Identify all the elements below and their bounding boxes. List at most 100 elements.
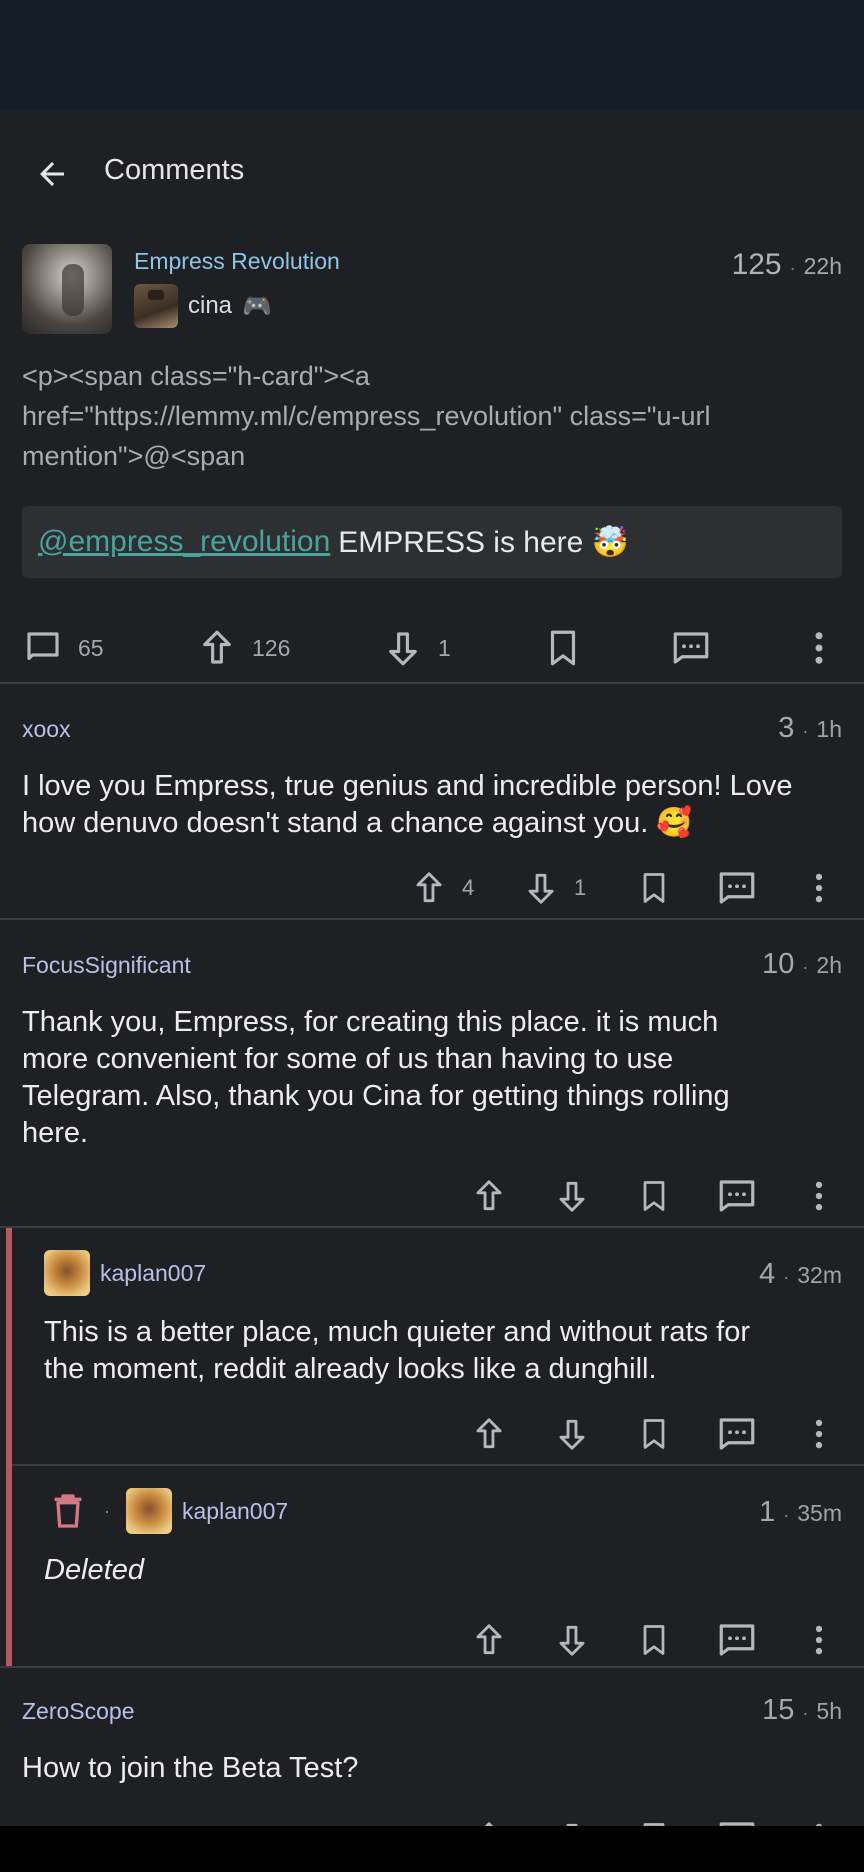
more-button[interactable] bbox=[800, 858, 838, 918]
upvote-button[interactable]: 4 bbox=[410, 858, 474, 918]
reply-button[interactable] bbox=[670, 606, 712, 690]
save-button[interactable] bbox=[636, 858, 672, 918]
arrow-down-icon bbox=[389, 632, 417, 666]
reply-icon bbox=[719, 1418, 755, 1450]
downvote-count: 1 bbox=[574, 875, 587, 900]
bookmark-icon bbox=[550, 630, 576, 666]
arrow-up-icon bbox=[484, 1822, 494, 1826]
more-button[interactable] bbox=[798, 606, 840, 690]
comment-reply: kaplan007 4 · 32m This is a better place… bbox=[0, 1228, 864, 1464]
comment: xoox 3 · 1h I love you Empress, true gen… bbox=[0, 684, 864, 918]
reply-button[interactable] bbox=[716, 1404, 758, 1464]
comment-line: Telegram. Also, thank you Cina for getti… bbox=[22, 1080, 730, 1112]
save-button[interactable] bbox=[636, 1166, 672, 1226]
score-value: 15 bbox=[762, 1694, 795, 1726]
mention-link[interactable]: @empress_revolution bbox=[38, 525, 330, 559]
comment-line: the moment, reddit already looks like a … bbox=[44, 1353, 657, 1385]
comment-line: more convenient for some of us than havi… bbox=[22, 1043, 674, 1075]
reply-icon bbox=[719, 1624, 755, 1656]
reply-button[interactable] bbox=[716, 858, 758, 918]
score-value: 1 bbox=[759, 1496, 776, 1528]
comment-author: kaplan007 bbox=[100, 1259, 207, 1286]
separator-dot: · bbox=[789, 258, 796, 278]
comment-age: 35m bbox=[797, 1500, 842, 1526]
comment-body: Thank you, Empress, for creating this pl… bbox=[22, 1004, 852, 1152]
upvote-button[interactable] bbox=[470, 1610, 508, 1670]
comment-score: 3 · 1h bbox=[778, 712, 842, 745]
comment-body: This is a better place, much quieter and… bbox=[44, 1314, 854, 1388]
arrow-down-icon bbox=[559, 1419, 585, 1450]
comment: ZeroScope 15 · 5h How to join the Beta T… bbox=[0, 1668, 864, 1826]
reply-button[interactable] bbox=[716, 1166, 758, 1226]
more-button[interactable] bbox=[800, 1404, 838, 1464]
back-button[interactable] bbox=[28, 150, 76, 198]
trash-icon bbox=[54, 1494, 82, 1528]
avatar bbox=[134, 284, 178, 328]
comment-score: 4 · 32m bbox=[759, 1258, 842, 1291]
upvote-button[interactable] bbox=[470, 1166, 508, 1226]
post-actions: 65 126 1 bbox=[0, 606, 864, 690]
upvote-button[interactable] bbox=[470, 1808, 508, 1826]
comment-body: How to join the Beta Test? bbox=[22, 1752, 359, 1784]
comment-actions bbox=[0, 1610, 864, 1670]
save-button[interactable] bbox=[636, 1808, 672, 1826]
upvote-count: 4 bbox=[462, 875, 475, 900]
reply-button[interactable] bbox=[716, 1610, 758, 1670]
downvote-button[interactable] bbox=[553, 1808, 591, 1826]
arrow-down-icon bbox=[559, 1181, 585, 1212]
arrow-up-icon bbox=[476, 1418, 502, 1449]
arrow-left-icon bbox=[40, 162, 64, 186]
save-button[interactable] bbox=[542, 606, 584, 690]
post-body-line: <p><span class="h-card"><a bbox=[22, 361, 370, 391]
more-button[interactable] bbox=[800, 1610, 838, 1670]
app-bar: Comments bbox=[0, 110, 864, 228]
comment-body: I love you Empress, true genius and incr… bbox=[22, 768, 852, 842]
community-link[interactable]: Empress Revolution bbox=[134, 248, 340, 275]
comment-author[interactable]: ZeroScope bbox=[22, 1698, 135, 1725]
status-bar bbox=[0, 0, 864, 110]
more-button[interactable] bbox=[800, 1166, 838, 1226]
score-value: 4 bbox=[759, 1258, 776, 1290]
downvote-button[interactable] bbox=[553, 1166, 591, 1226]
comment-author-row[interactable]: kaplan007 bbox=[44, 1250, 206, 1296]
comment-line: This is a better place, much quieter and… bbox=[44, 1316, 751, 1348]
comment-author[interactable]: FocusSignificant bbox=[22, 952, 191, 979]
upvote-button[interactable]: 126 bbox=[196, 606, 290, 690]
separator-dot: · bbox=[802, 957, 809, 977]
downvote-button[interactable] bbox=[553, 1404, 591, 1464]
more-vert-icon bbox=[815, 1181, 823, 1211]
comment: FocusSignificant 10 · 2h Thank you, Empr… bbox=[0, 920, 864, 1226]
save-button[interactable] bbox=[636, 1404, 672, 1464]
score-value: 3 bbox=[778, 712, 795, 744]
comment-author[interactable]: xoox bbox=[22, 716, 71, 743]
downvote-button[interactable]: 1 bbox=[382, 606, 451, 690]
more-button[interactable] bbox=[800, 1808, 838, 1826]
post-author[interactable]: cina 🎮 bbox=[134, 284, 272, 328]
upvote-button[interactable] bbox=[470, 1404, 508, 1464]
reply-button[interactable] bbox=[716, 1808, 758, 1826]
downvote-button[interactable] bbox=[553, 1610, 591, 1670]
score-value: 10 bbox=[762, 948, 795, 980]
arrow-down-icon bbox=[559, 1625, 585, 1656]
downvote-button[interactable]: 1 bbox=[522, 858, 586, 918]
separator-dot: · bbox=[104, 1500, 110, 1521]
post-score: 125 · 22h bbox=[732, 248, 842, 282]
comments-count: 65 bbox=[78, 634, 104, 661]
comment-line: Thank you, Empress, for creating this pl… bbox=[22, 1006, 719, 1038]
comment-reply: · kaplan007 1 · 35m Deleted bbox=[0, 1466, 864, 1666]
save-button[interactable] bbox=[636, 1610, 672, 1670]
system-nav-bar bbox=[0, 1826, 864, 1872]
deleted-label: Deleted bbox=[44, 1554, 144, 1586]
page-title: Comments bbox=[104, 154, 245, 186]
separator-dot: · bbox=[783, 1505, 790, 1525]
comments-button[interactable]: 65 bbox=[22, 606, 104, 690]
score-value: 125 bbox=[731, 248, 782, 281]
separator-dot: · bbox=[802, 1703, 809, 1723]
comment-author-row: · kaplan007 bbox=[48, 1488, 288, 1534]
comment-line: how denuvo doesn't stand a chance agains… bbox=[22, 807, 693, 839]
post-thumbnail[interactable] bbox=[22, 244, 112, 334]
avatar[interactable] bbox=[126, 1488, 172, 1534]
comment-author[interactable]: kaplan007 bbox=[182, 1498, 288, 1525]
more-vert-icon bbox=[815, 1625, 823, 1655]
downvote-count: 1 bbox=[438, 634, 451, 661]
